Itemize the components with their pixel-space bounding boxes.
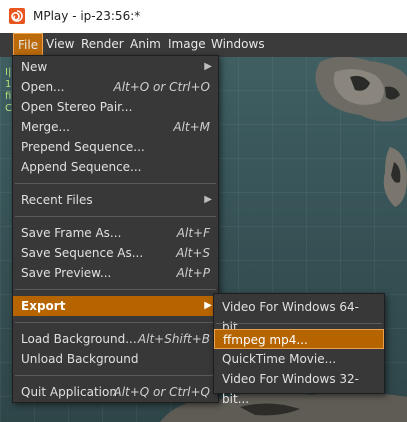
menu-item-label: Video For Windows 32-bit... <box>222 372 359 406</box>
menu-item-label: Save Preview... <box>21 266 112 280</box>
menu-separator <box>15 216 216 217</box>
menu-item-open[interactable]: Open... Alt+O or Ctrl+O <box>13 77 218 97</box>
menu-item-label: ffmpeg mp4... <box>223 333 308 347</box>
menu-item-merge[interactable]: Merge... Alt+M <box>13 117 218 137</box>
export-item-ffmpeg-mp4[interactable]: ffmpeg mp4... <box>214 329 384 349</box>
menu-item-label: Unload Background <box>21 352 139 366</box>
menu-item-label: Save Frame As... <box>21 226 122 240</box>
menu-view[interactable]: View <box>42 33 78 56</box>
menu-item-label: Open... <box>21 80 65 94</box>
menu-item-save-frame-as[interactable]: Save Frame As... Alt+F <box>13 223 218 243</box>
submenu-arrow-icon: ▶ <box>204 300 212 311</box>
menu-item-shortcut: Alt+S <box>176 246 210 260</box>
menu-item-save-preview[interactable]: Save Preview... Alt+P <box>13 263 218 283</box>
menu-item-prepend-sequence[interactable]: Prepend Sequence... <box>13 137 218 157</box>
menu-item-shortcut: Alt+M <box>173 120 210 134</box>
menu-anim[interactable]: Anim <box>126 33 165 56</box>
menu-item-shortcut: Alt+F <box>176 226 210 240</box>
menu-item-export[interactable]: Export ▶ <box>13 296 218 316</box>
menu-item-shortcut: Alt+Shift+B <box>137 332 210 346</box>
menu-item-shortcut: Alt+Q or Ctrl+Q <box>113 385 210 399</box>
menu-render[interactable]: Render <box>77 33 128 56</box>
menu-separator <box>15 289 216 290</box>
export-item-quicktime[interactable]: QuickTime Movie... <box>214 349 384 369</box>
menu-separator <box>216 323 382 324</box>
rock-render-top <box>315 57 407 122</box>
menu-item-label: QuickTime Movie... <box>222 352 337 366</box>
menu-item-new[interactable]: New ▶ <box>13 57 218 77</box>
menu-item-quit-application[interactable]: Quit Application Alt+Q or Ctrl+Q <box>13 382 218 402</box>
menu-item-label: Open Stereo Pair... <box>21 100 133 114</box>
menu-separator <box>15 375 216 376</box>
menu-item-label: Prepend Sequence... <box>21 140 145 154</box>
houdini-spiral-icon <box>9 8 25 24</box>
menu-item-unload-background[interactable]: Unload Background <box>13 349 218 369</box>
menu-item-recent-files[interactable]: Recent Files ▶ <box>13 190 218 210</box>
menu-item-label: Merge... <box>21 120 70 134</box>
menu-item-label: Append Sequence... <box>21 160 142 174</box>
export-submenu: Video For Windows 64-bit... ffmpeg mp4..… <box>213 293 385 406</box>
menu-bar: File View Render Anim Image Windows <box>0 33 407 57</box>
menu-item-open-stereo-pair[interactable]: Open Stereo Pair... <box>13 97 218 117</box>
menu-separator <box>15 183 216 184</box>
menu-separator <box>15 322 216 323</box>
menu-windows[interactable]: Windows <box>207 33 269 56</box>
menu-item-save-sequence-as[interactable]: Save Sequence As... Alt+S <box>13 243 218 263</box>
menu-item-label: Load Background... <box>21 332 137 346</box>
menu-item-label: New <box>21 60 48 74</box>
menu-item-label: Save Sequence As... <box>21 246 144 260</box>
export-item-vfw-32[interactable]: Video For Windows 32-bit... <box>214 369 384 406</box>
menu-item-label: Export <box>21 299 66 313</box>
menu-item-append-sequence[interactable]: Append Sequence... <box>13 157 218 177</box>
title-bar: MPlay - ip-23:56:* <box>0 0 407 33</box>
menu-image[interactable]: Image <box>164 33 210 56</box>
submenu-arrow-icon: ▶ <box>204 61 212 72</box>
window-title: MPlay - ip-23:56:* <box>33 9 141 23</box>
submenu-arrow-icon: ▶ <box>204 194 212 205</box>
file-menu: New ▶ Open... Alt+O or Ctrl+O Open Stere… <box>12 55 219 403</box>
menu-file[interactable]: File <box>13 33 44 56</box>
export-item-vfw-64[interactable]: Video For Windows 64-bit... <box>214 297 384 334</box>
rock-render-side <box>383 147 407 207</box>
menu-item-label: Recent Files <box>21 193 93 207</box>
menu-item-shortcut: Alt+O or Ctrl+O <box>113 80 210 94</box>
menu-item-label: Quit Application <box>21 385 117 399</box>
menu-item-shortcut: Alt+P <box>176 266 210 280</box>
menu-item-load-background[interactable]: Load Background... Alt+Shift+B <box>13 329 218 349</box>
